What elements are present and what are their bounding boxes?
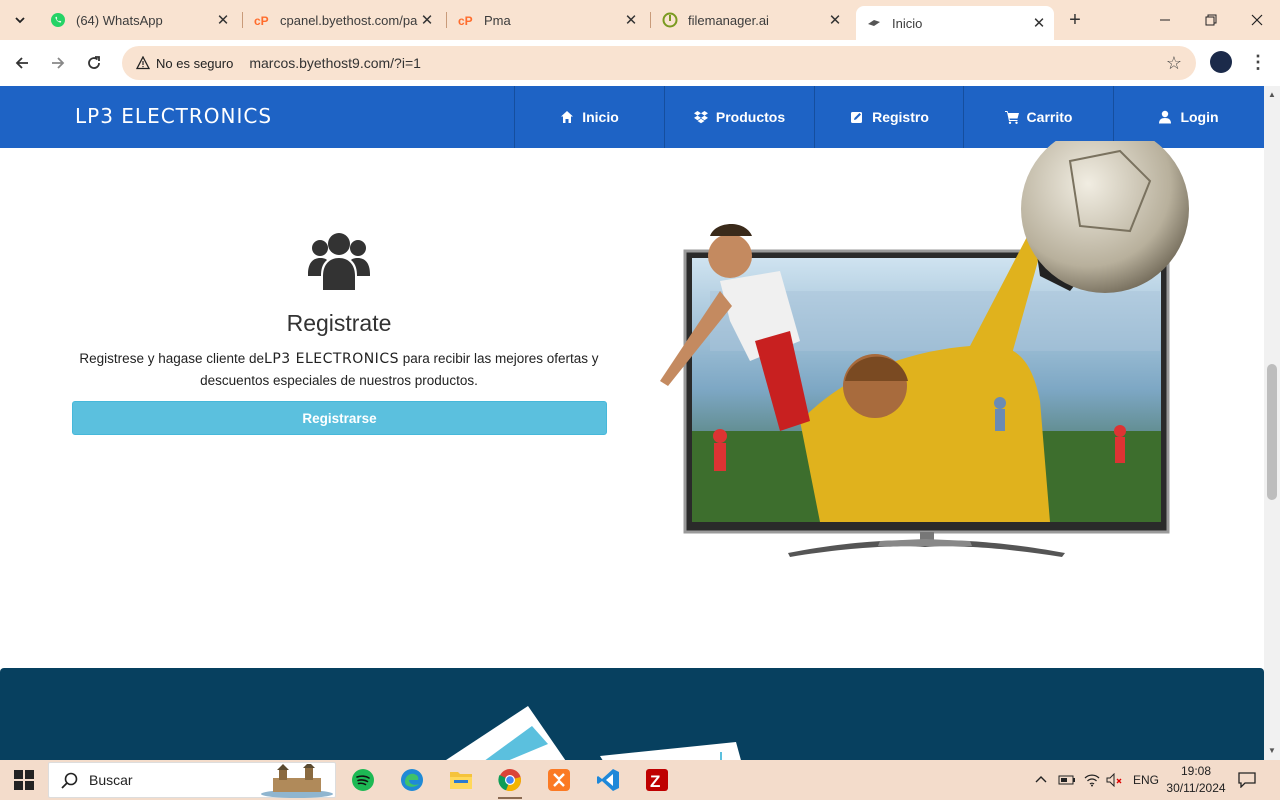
cpanel-icon: cP: [458, 12, 474, 28]
dropbox-icon: [693, 111, 708, 124]
xampp-app[interactable]: [544, 766, 574, 794]
url-text[interactable]: marcos.byethost9.com/?i=1: [249, 55, 421, 71]
filezilla-app[interactable]: Z: [642, 766, 672, 794]
address-bar[interactable]: No es seguro marcos.byethost9.com/?i=1 ☆: [122, 46, 1196, 80]
nav-item-carrito[interactable]: Carrito: [963, 86, 1113, 148]
register-title: Registrate: [286, 310, 392, 336]
taskbar-search-box[interactable]: Buscar: [48, 762, 336, 798]
tab-inicio[interactable]: Inicio ✕: [856, 6, 1054, 40]
tab-separator: [446, 12, 447, 28]
browser-toolbar: No es seguro marcos.byethost9.com/?i=1 ☆: [0, 40, 1280, 86]
security-label: No es seguro: [156, 55, 234, 71]
plus-icon: +: [1069, 8, 1081, 31]
nav-item-login[interactable]: Login: [1113, 86, 1263, 148]
tab-pma[interactable]: cP Pma ✕: [448, 6, 646, 34]
edge-app[interactable]: [397, 766, 427, 794]
close-icon[interactable]: ✕: [622, 11, 640, 29]
site-navbar: LP3 ELECTRONICS Inicio Productos Registr…: [0, 86, 1264, 148]
browser-menu-icon[interactable]: ⋮: [1248, 52, 1268, 74]
close-icon[interactable]: ✕: [214, 11, 232, 29]
tab-separator: [650, 12, 651, 28]
vscode-icon: [597, 769, 619, 791]
scroll-down-icon[interactable]: ▼: [1267, 746, 1277, 755]
restore-icon: [1205, 14, 1217, 26]
svg-text:Z: Z: [650, 772, 660, 791]
close-window-button[interactable]: [1234, 0, 1280, 40]
spotify-app[interactable]: [348, 766, 378, 794]
close-icon[interactable]: ✕: [826, 11, 844, 29]
minimize-icon: [1160, 19, 1170, 21]
profile-avatar[interactable]: [1210, 51, 1232, 73]
folder-icon: [450, 772, 472, 789]
scroll-thumb[interactable]: [1267, 364, 1277, 500]
site-brand[interactable]: LP3 ELECTRONICS: [75, 104, 272, 128]
back-button[interactable]: [9, 50, 35, 76]
site-icon: [866, 15, 882, 31]
page-scrollbar[interactable]: ▲ ▼: [1264, 86, 1280, 760]
search-icon: [61, 772, 78, 789]
minimize-button[interactable]: [1142, 0, 1188, 40]
chrome-icon: [498, 769, 521, 792]
tab-separator: [242, 12, 243, 28]
nav-item-inicio[interactable]: Inicio: [514, 86, 664, 148]
tab-strip: (64) WhatsApp ✕ cP cpanel.byethost.com/p…: [0, 0, 1280, 40]
whatsapp-icon: [50, 12, 66, 28]
tray-overflow-icon[interactable]: [1034, 760, 1048, 800]
nav-item-productos[interactable]: Productos: [664, 86, 814, 148]
edge-icon: [401, 769, 423, 791]
warning-icon: [136, 56, 150, 70]
cpanel-icon: cP: [254, 12, 270, 28]
security-chip[interactable]: No es seguro: [128, 50, 241, 76]
close-icon[interactable]: ✕: [418, 11, 436, 29]
windows-start-icon[interactable]: [14, 770, 34, 790]
file-explorer-app[interactable]: [446, 766, 476, 794]
cart-icon: [1004, 111, 1019, 124]
chevron-down-icon: [15, 17, 25, 24]
arrow-left-icon: [15, 57, 28, 69]
user-icon: [1159, 110, 1172, 124]
close-icon[interactable]: ✕: [1030, 14, 1048, 32]
new-tab-button[interactable]: +: [1064, 9, 1086, 31]
decorative-cards-image: [446, 706, 741, 760]
wifi-icon[interactable]: [1084, 760, 1100, 800]
reload-button[interactable]: [81, 50, 107, 76]
bookmark-star-icon[interactable]: ☆: [1166, 53, 1182, 74]
close-icon: [1251, 14, 1263, 26]
svg-text:cP: cP: [458, 14, 473, 28]
chrome-app[interactable]: [495, 766, 525, 799]
tab-cpanel[interactable]: cP cpanel.byethost.com/pan ✕: [244, 6, 442, 34]
xampp-icon: [548, 769, 570, 791]
register-description: Registrese y hagase cliente deLP3 ELECTR…: [79, 351, 599, 388]
nav-item-registro[interactable]: Registro: [814, 86, 964, 148]
register-button[interactable]: Registrarse: [72, 401, 607, 435]
home-icon: [561, 111, 574, 123]
language-indicator[interactable]: ENG: [1133, 760, 1159, 800]
windows-taskbar: Buscar Z ENG 19:08 30/11/2024: [0, 760, 1280, 800]
users-group-icon: [308, 233, 370, 290]
tab-filemanager[interactable]: filemanager.ai ✕: [652, 6, 850, 34]
spotify-icon: [352, 769, 374, 791]
forward-button[interactable]: [45, 50, 71, 76]
taskbar-clock[interactable]: 19:08 30/11/2024: [1160, 763, 1232, 797]
svg-text:cP: cP: [254, 14, 269, 28]
page-viewport: LP3 ELECTRONICS Inicio Productos Registr…: [0, 86, 1264, 760]
scroll-up-icon[interactable]: ▲: [1267, 90, 1277, 99]
filezilla-icon: Z: [646, 769, 668, 791]
tab-search-button[interactable]: [6, 7, 34, 33]
notifications-icon[interactable]: [1238, 760, 1256, 800]
filemanager-icon: [662, 12, 678, 28]
arrow-right-icon: [52, 57, 65, 69]
castle-search-highlight-icon: [261, 764, 333, 798]
battery-icon[interactable]: [1058, 760, 1076, 800]
reload-icon: [88, 56, 100, 69]
tv-football-image: [660, 141, 1189, 557]
tab-whatsapp[interactable]: (64) WhatsApp ✕: [40, 6, 238, 34]
restore-button[interactable]: [1188, 0, 1234, 40]
edit-icon: [851, 112, 863, 123]
volume-muted-icon[interactable]: [1106, 760, 1124, 800]
vscode-app[interactable]: [593, 766, 623, 794]
dark-section: [0, 668, 1264, 760]
brand-inline: LP3 ELECTRONICS: [264, 351, 399, 367]
